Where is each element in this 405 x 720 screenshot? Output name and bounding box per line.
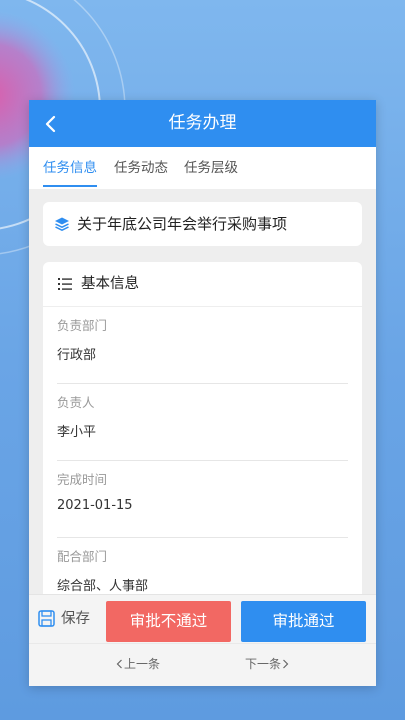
layers-icon: [55, 217, 69, 231]
tab-label: 任务动态: [114, 160, 168, 176]
next-item-button[interactable]: 下一条: [245, 644, 290, 684]
field-value: 李小平: [57, 425, 97, 440]
save-label: 保存: [61, 611, 90, 627]
prev-item-button[interactable]: 上一条: [115, 644, 160, 684]
tab-task-info[interactable]: 任务信息: [43, 147, 97, 189]
action-bar: 保存 审批不通过 审批通过: [29, 594, 376, 643]
field-department: 负责部门 行政部: [57, 307, 348, 384]
list-icon: [58, 278, 72, 290]
back-button[interactable]: [37, 110, 65, 138]
prev-item-label: 上一条: [124, 657, 161, 671]
task-topic-card: 关于年底公司年会举行采购事项: [43, 202, 362, 246]
tab-task-hierarchy[interactable]: 任务层级: [184, 147, 238, 189]
next-item-label: 下一条: [245, 657, 282, 671]
tab-label: 任务信息: [43, 160, 97, 176]
tab-bar: 任务信息 任务动态 任务层级: [29, 147, 376, 189]
task-topic-title: 关于年底公司年会举行采购事项: [77, 215, 288, 233]
chevron-left-icon: [116, 659, 122, 669]
reject-button[interactable]: 审批不通过: [106, 601, 231, 642]
basic-info-card: 基本信息 负责部门 行政部 负责人 李小平 完成时间 2021-01-15 配合…: [43, 262, 362, 622]
field-label: 负责部门: [57, 318, 108, 333]
nav-header: 任务办理: [29, 100, 376, 147]
field-label: 负责人: [57, 395, 95, 410]
basic-info-header: 基本信息: [43, 262, 362, 306]
basic-info-title: 基本信息: [81, 276, 139, 292]
save-button[interactable]: 保存: [38, 604, 100, 634]
tab-active-indicator: [43, 185, 97, 187]
field-value: 2021-01-15: [57, 498, 133, 513]
pager: 上一条 下一条: [29, 643, 376, 686]
field-owner: 负责人 李小平: [57, 384, 348, 461]
chevron-right-icon: [283, 659, 289, 669]
approve-button[interactable]: 审批通过: [241, 601, 366, 642]
page-title: 任务办理: [168, 113, 237, 133]
field-value: 综合部、人事部: [57, 579, 149, 594]
field-label: 完成时间: [57, 472, 108, 487]
app-window: 任务办理 任务信息 任务动态 任务层级 关于年底公司年会举行采购事项 基本信息 …: [29, 100, 376, 686]
tab-task-activity[interactable]: 任务动态: [114, 147, 168, 189]
chevron-left-icon: [45, 115, 56, 133]
field-completion-time: 完成时间 2021-01-15: [57, 461, 348, 538]
tab-label: 任务层级: [184, 160, 238, 176]
save-icon: [38, 610, 55, 627]
field-value: 行政部: [57, 348, 97, 363]
field-label: 配合部门: [57, 549, 108, 564]
